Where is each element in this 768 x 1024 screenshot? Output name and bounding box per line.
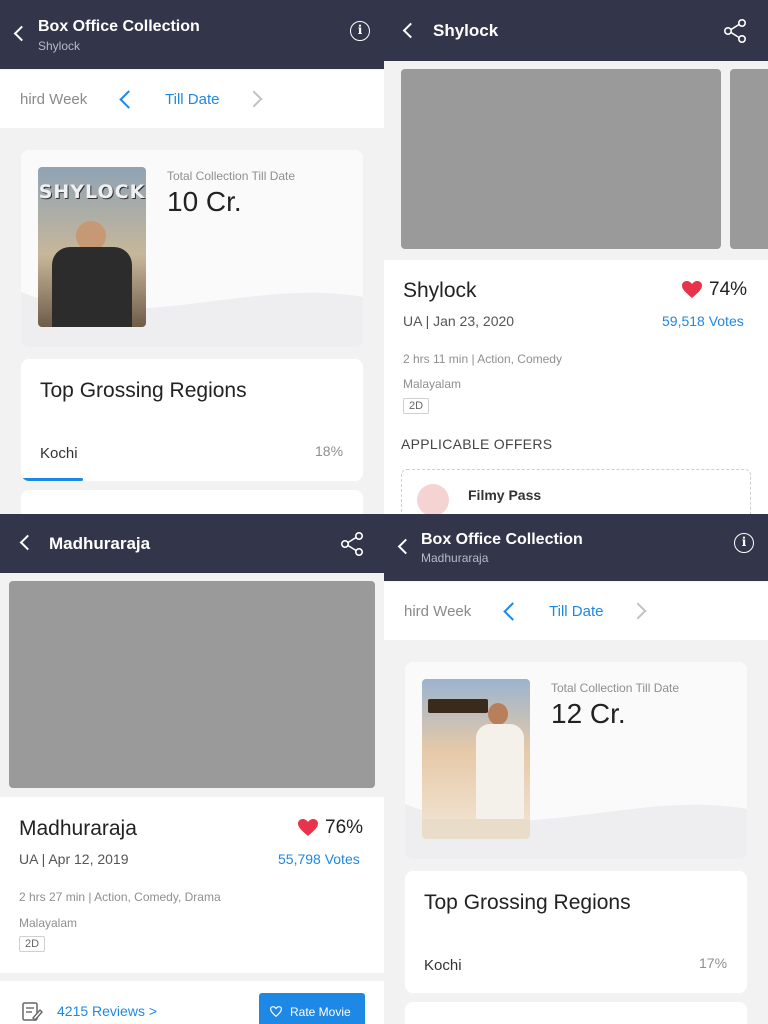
collection-card: Total Collection Till Date 12 Cr.: [405, 662, 747, 859]
page-subtitle: Shylock: [38, 39, 81, 53]
language: Malayalam: [403, 377, 462, 391]
format-badge: 2D: [19, 936, 46, 952]
top-regions-title: Top Grossing Regions: [424, 891, 631, 914]
top-bar: Madhuraraja: [0, 514, 384, 573]
poster-title: SHYLOCK: [38, 181, 146, 203]
duration-genre: 2 hrs 11 min | Action, Comedy: [403, 352, 562, 366]
shylock-collection-screen: Box Office Collection Shylock i hird Wee…: [0, 0, 384, 514]
total-collection-label: Total Collection Till Date: [551, 681, 680, 695]
poster-figure-head: [488, 703, 508, 725]
footer-bar: 4215 Reviews > Rate Movie: [0, 981, 384, 1024]
poster-ground: [422, 819, 530, 839]
page-title: Shylock: [433, 21, 499, 40]
week-tabs: hird Week Till Date: [0, 70, 384, 128]
movie-poster[interactable]: SHYLOCK: [38, 167, 146, 327]
media-placeholder[interactable]: [9, 581, 375, 788]
page-title: Madhuraraja: [49, 534, 151, 553]
back-arrow-icon[interactable]: [19, 534, 36, 551]
offer-card[interactable]: Filmy Pass: [401, 469, 751, 514]
chevron-right-icon[interactable]: [245, 90, 263, 108]
region-share-bar: [21, 478, 83, 481]
region-name: Kochi: [40, 445, 78, 462]
rating-percent: 74%: [709, 279, 748, 300]
offer-icon: [417, 484, 449, 514]
media-placeholder-next[interactable]: [730, 69, 768, 249]
chevron-left-icon[interactable]: [503, 602, 522, 621]
reviews-link[interactable]: 4215 Reviews >: [57, 1003, 157, 1019]
region-name: Kochi: [424, 957, 462, 974]
share-icon[interactable]: [339, 531, 365, 557]
top-bar: Box Office Collection Shylock i: [0, 0, 384, 69]
offers-title: APPLICABLE OFFERS: [401, 436, 553, 452]
top-bar: Shylock: [384, 0, 768, 61]
movie-info: Madhuraraja 76% UA | Apr 12, 2019 55,798…: [0, 797, 384, 973]
rating-percent: 76%: [325, 817, 364, 838]
top-regions-card: Top Grossing Regions Kochi 17%: [405, 871, 747, 993]
tab-till-date[interactable]: Till Date: [549, 603, 603, 620]
certificate-date: UA | Jan 23, 2020: [403, 313, 515, 329]
rate-movie-button[interactable]: Rate Movie: [259, 993, 365, 1024]
info-icon[interactable]: i: [734, 533, 754, 553]
chevron-right-icon[interactable]: [629, 602, 647, 620]
region-share: 18%: [315, 443, 344, 459]
region-share: 17%: [699, 955, 728, 971]
tab-third-week[interactable]: hird Week: [20, 91, 87, 108]
votes-count[interactable]: 59,518 Votes: [662, 313, 744, 329]
share-icon[interactable]: [722, 18, 748, 44]
movie-title: Madhuraraja: [19, 817, 137, 840]
movie-poster[interactable]: [422, 679, 530, 839]
total-collection-value: 12 Cr.: [551, 698, 626, 729]
language: Malayalam: [19, 916, 78, 930]
chevron-left-icon[interactable]: [119, 90, 138, 109]
poster-logo: [428, 699, 488, 713]
votes-count[interactable]: 55,798 Votes: [278, 851, 360, 867]
collection-card: SHYLOCK Total Collection Till Date 10 Cr…: [21, 150, 363, 347]
info-icon[interactable]: i: [350, 21, 370, 41]
madhuraraja-details-screen: Madhuraraja Madhuraraja 76% UA | Apr 12,…: [0, 514, 384, 1024]
back-arrow-icon[interactable]: [402, 22, 419, 39]
back-arrow-icon[interactable]: [397, 538, 414, 555]
movie-info: Shylock 74% UA | Jan 23, 2020 59,518 Vot…: [384, 260, 768, 514]
page-title: Box Office Collection: [421, 531, 583, 548]
top-bar: Box Office Collection Madhuraraja i: [384, 514, 768, 581]
heart-icon: [682, 281, 702, 298]
format-badge: 2D: [403, 398, 430, 414]
top-regions-card: Top Grossing Regions Kochi 18%: [21, 359, 363, 481]
rate-movie-label: Rate Movie: [290, 1005, 351, 1019]
poster-figure-body: [52, 247, 132, 327]
next-card: [21, 490, 363, 514]
heart-icon: [298, 819, 318, 836]
offer-name: Filmy Pass: [468, 487, 542, 503]
next-card: [405, 1002, 747, 1024]
shylock-details-screen: Shylock Shylock 74% UA | Jan 23, 2020 59…: [384, 0, 768, 514]
top-regions-title: Top Grossing Regions: [40, 379, 247, 402]
media-placeholder[interactable]: [401, 69, 721, 249]
total-collection-label: Total Collection Till Date: [167, 169, 296, 183]
certificate-date: UA | Apr 12, 2019: [19, 851, 129, 867]
page-subtitle: Madhuraraja: [421, 551, 489, 565]
tab-third-week[interactable]: hird Week: [404, 603, 471, 620]
movie-title: Shylock: [403, 279, 477, 302]
total-collection-value: 10 Cr.: [167, 186, 242, 217]
page-title: Box Office Collection: [38, 18, 200, 35]
review-icon: [22, 1002, 43, 1022]
heart-outline-icon: [270, 1006, 282, 1017]
week-tabs: hird Week Till Date: [384, 582, 768, 640]
tab-till-date[interactable]: Till Date: [165, 91, 219, 108]
back-arrow-icon[interactable]: [13, 25, 30, 42]
madhuraraja-collection-screen: Box Office Collection Madhuraraja i hird…: [384, 514, 768, 1024]
duration-genre: 2 hrs 27 min | Action, Comedy, Drama: [19, 890, 221, 904]
